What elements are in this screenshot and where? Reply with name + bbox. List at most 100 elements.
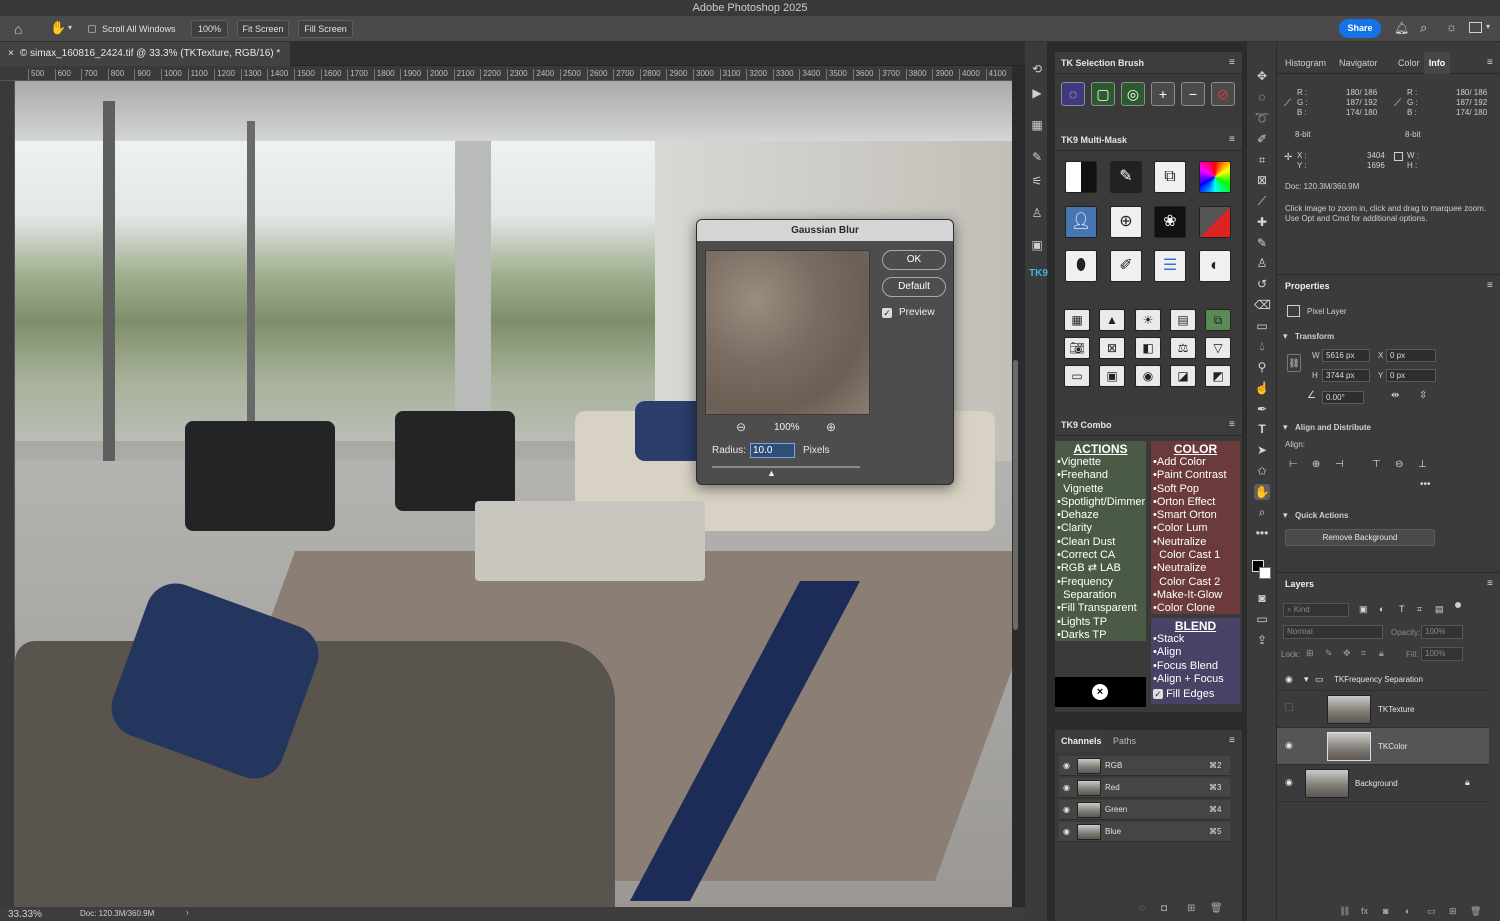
group-icon[interactable]: ▭ [1427,906,1436,917]
zoom-tool-icon[interactable]: ⌕ [1254,504,1270,520]
combo-item[interactable]: •Neutralize [1153,562,1238,575]
blur-preview[interactable] [705,250,870,415]
y-field[interactable]: 0 px [1386,369,1436,382]
minus-icon[interactable]: − [1181,82,1205,106]
levels-icon[interactable]: ▲ [1099,309,1125,331]
mask-link-icon[interactable]: ⬮ [1065,250,1097,282]
tk9-combo-tab[interactable]: TK9 Combo [1055,414,1242,436]
blur-tool-icon[interactable]: 💧︎ [1254,338,1270,354]
tab-navigator[interactable]: Navigator [1339,58,1378,68]
filter-smart-icon[interactable]: ▤ [1435,604,1444,615]
type-tool-icon[interactable]: T [1254,421,1270,437]
cancel-icon[interactable]: ⊘ [1211,82,1235,106]
channel-row[interactable]: ◉ Blue ⌘5 [1059,822,1230,842]
filter-toggle-icon[interactable] [1455,602,1461,608]
more-options-icon[interactable]: ••• [1420,479,1431,490]
lasso-tool-icon[interactable]: ➰ [1254,110,1270,126]
new-channel-icon[interactable]: ⊞ [1187,903,1195,914]
mask-edit-icon[interactable]: ✐ [1110,250,1142,282]
combo-item[interactable]: Separation [1057,589,1144,602]
frame-tool-icon[interactable]: ⊠ [1254,172,1270,188]
combo-item[interactable]: •Align + Focus [1153,673,1238,686]
history-icon[interactable]: ⟲ [1029,62,1045,76]
tk-selection-brush-tab[interactable]: TK Selection Brush [1055,52,1242,74]
flower-icon[interactable]: ❀ [1154,206,1186,238]
curves-icon[interactable]: ▦ [1064,309,1090,331]
layer-group[interactable]: ◉ ▾ ▭ TKFrequency Separation [1277,669,1489,691]
smudge-tool-icon[interactable]: ☝ [1254,380,1270,396]
mask-dropper-icon[interactable]: ✎ [1110,161,1142,193]
load-selection-icon[interactable]: ◌ [1139,903,1145,914]
stamp-tool-icon[interactable]: ♙ [1254,255,1270,271]
combo-item[interactable]: •Smart Orton [1153,509,1238,522]
hand-tool-icon[interactable]: ✋ [50,20,66,36]
filter-adjust-icon[interactable]: ◐ [1379,604,1384,614]
document-tab[interactable]: × © simax_160816_2424.tif @ 33.3% (TKText… [0,42,290,66]
adjust-icon[interactable]: ⚟ [1029,174,1045,188]
combo-item[interactable]: •Add Color [1153,456,1238,469]
fill-edges-checkbox[interactable]: ✓ [1153,689,1163,700]
filter-pixel-icon[interactable]: ▣ [1359,604,1368,615]
mask-gradient-icon[interactable] [1065,161,1097,193]
new-layer-icon[interactable]: ⊞ [1449,906,1457,917]
lock-all-icon[interactable]: 🔒︎ [1379,648,1384,659]
angle-field[interactable]: 0.00° [1322,391,1364,404]
combo-item[interactable]: •Stack [1153,633,1238,646]
selective-color-icon[interactable]: ◩ [1205,365,1231,387]
trash-icon[interactable]: 🗑︎ [1210,903,1223,914]
combo-item[interactable]: •Neutralize [1153,536,1238,549]
grid-icon[interactable]: ▦ [1029,118,1045,132]
combo-item[interactable]: •Paint Contrast [1153,469,1238,482]
layers-copy-icon[interactable]: ⧉ [1205,309,1231,331]
color-wheel-icon[interactable] [1199,161,1231,193]
chevron-right-icon[interactable]: › [186,908,189,917]
share-icon[interactable]: ⇪ [1254,632,1270,648]
eye-icon[interactable]: ◉ [1285,777,1293,788]
layer-row[interactable]: ◉ TKColor [1277,728,1489,765]
align-middle-icon[interactable]: ⊖ [1395,459,1403,470]
combo-item[interactable]: •Focus Blend [1153,660,1238,673]
tk9-ma-icon[interactable]: TK9 [1029,268,1048,282]
default-button[interactable]: Default [882,277,946,297]
tab-channels[interactable]: Channels [1055,730,1103,752]
chevron-down-icon[interactable]: ▾ [1283,422,1288,433]
ok-button[interactable]: OK [882,250,946,270]
path-select-tool-icon[interactable]: ➤ [1254,442,1270,458]
close-icon[interactable]: × [8,48,14,59]
eye-icon[interactable]: ◉ [1063,822,1070,842]
brush-icon[interactable]: ✎ [1029,150,1045,164]
shape-tool-icon[interactable]: ✩ [1254,463,1270,479]
red-triangle-icon[interactable] [1199,206,1231,238]
stamp-icon[interactable]: ♙ [1029,206,1045,220]
fill-field[interactable]: 100% [1421,647,1463,661]
tab-paths[interactable]: Paths [1107,730,1147,752]
width-field[interactable]: 5616 px [1322,349,1370,362]
background-color-swatch[interactable] [1259,567,1271,579]
blend-mode-select[interactable]: Normal [1283,625,1383,639]
rect-select-icon[interactable]: ▢ [1091,82,1115,106]
chevron-down-icon[interactable]: ▾ [1486,22,1490,31]
tab-color[interactable]: Color [1398,58,1420,68]
combo-item[interactable]: •Dehaze [1057,509,1144,522]
screen-mode-icon[interactable]: ▭ [1254,611,1270,627]
menu-icon[interactable]: ≡ [1487,57,1493,68]
layer-row[interactable]: TKTexture [1277,691,1489,728]
zoom-level[interactable]: 33.33% [8,909,42,920]
layer-row[interactable]: ◉ Background 🔒︎ [1277,765,1489,802]
combo-item[interactable]: •Lights TP [1057,616,1144,629]
channel-row[interactable]: ◉ Red ⌘3 [1059,778,1230,798]
align-top-icon[interactable]: ⊤ [1372,459,1381,470]
menu-icon[interactable]: ≡ [1229,57,1235,68]
radius-slider-track[interactable] [712,466,860,468]
close-icon[interactable]: × [1092,684,1108,700]
channel-row[interactable]: ◉ RGB ⌘2 [1059,756,1230,776]
align-right-icon[interactable]: ⊣ [1335,459,1344,470]
combo-item[interactable]: •Frequency [1057,576,1144,589]
pen-tool-icon[interactable]: ✒ [1254,401,1270,417]
menu-icon[interactable]: ≡ [1229,134,1235,145]
triangle-icon[interactable]: ▽ [1205,337,1231,359]
film-icon[interactable]: ▤ [1170,309,1196,331]
combo-item[interactable]: •Spotlight/Dimmer [1057,496,1145,509]
trash-icon[interactable]: 🗑︎ [1470,906,1481,917]
eye-icon[interactable]: ◉ [1063,756,1070,776]
